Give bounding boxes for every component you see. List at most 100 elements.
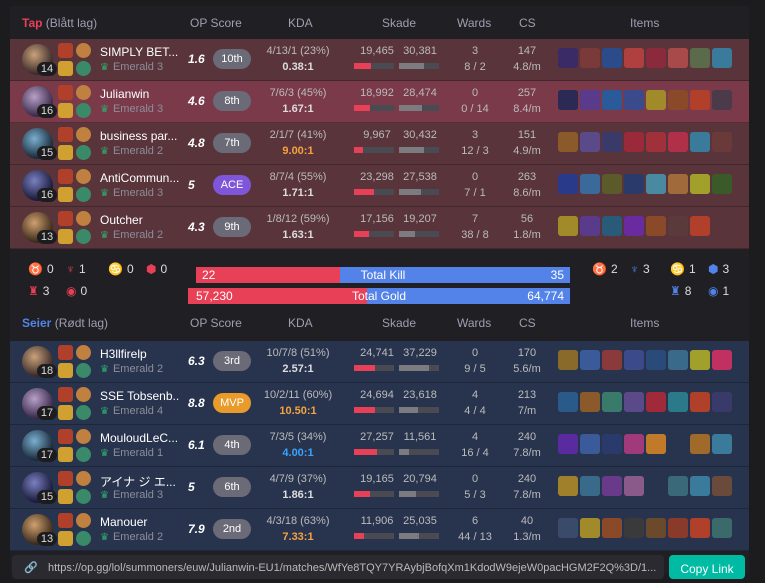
secondary-rune-icon[interactable] (76, 363, 91, 378)
item-slot-icon[interactable] (558, 392, 578, 412)
item-slot-icon[interactable] (712, 518, 732, 538)
keystone-rune-icon[interactable] (76, 211, 91, 226)
item-slot-icon[interactable] (668, 48, 688, 68)
summoner-spell-icon[interactable] (58, 513, 73, 528)
summoner-spell-icon[interactable] (58, 103, 73, 118)
item-slot-icon[interactable] (558, 174, 578, 194)
item-slot-icon[interactable] (646, 476, 666, 496)
summoner-spell-icon[interactable] (58, 405, 73, 420)
summoner-name[interactable]: SSE Tobsenb... (100, 389, 180, 403)
summoner-spell-icon[interactable] (58, 229, 73, 244)
item-slot-icon[interactable] (668, 518, 688, 538)
item-slot-icon[interactable] (712, 392, 732, 412)
player-row[interactable]: 16 AntiCommun... ♛ Emerald 3 5 ACE 8/7/4 … (10, 165, 749, 207)
item-slot-icon[interactable] (624, 132, 644, 152)
item-slot-icon[interactable] (712, 132, 732, 152)
item-slot-icon[interactable] (646, 174, 666, 194)
item-slot-icon[interactable] (580, 392, 600, 412)
item-slot-icon[interactable] (690, 518, 710, 538)
item-slot-icon[interactable] (712, 216, 732, 236)
item-slot-icon[interactable] (558, 434, 578, 454)
item-slot-icon[interactable] (712, 476, 732, 496)
summoner-spell-icon[interactable] (58, 429, 73, 444)
keystone-rune-icon[interactable] (76, 429, 91, 444)
player-row[interactable]: 14 SIMPLY BET... ♛ Emerald 3 1.6 10th 4/1… (10, 39, 749, 81)
item-slot-icon[interactable] (624, 434, 644, 454)
summoner-spell-icon[interactable] (58, 61, 73, 76)
item-slot-icon[interactable] (624, 392, 644, 412)
keystone-rune-icon[interactable] (76, 43, 91, 58)
secondary-rune-icon[interactable] (76, 531, 91, 546)
summoner-spell-icon[interactable] (58, 363, 73, 378)
item-slot-icon[interactable] (690, 90, 710, 110)
item-slot-icon[interactable] (558, 518, 578, 538)
summoner-name[interactable]: MouloudLeC... (100, 431, 180, 445)
summoner-spell-icon[interactable] (58, 169, 73, 184)
secondary-rune-icon[interactable] (76, 405, 91, 420)
item-slot-icon[interactable] (668, 434, 688, 454)
item-slot-icon[interactable] (602, 132, 622, 152)
item-slot-icon[interactable] (690, 216, 710, 236)
secondary-rune-icon[interactable] (76, 103, 91, 118)
summoner-spell-icon[interactable] (58, 471, 73, 486)
item-slot-icon[interactable] (668, 476, 688, 496)
keystone-rune-icon[interactable] (76, 345, 91, 360)
item-slot-icon[interactable] (624, 216, 644, 236)
keystone-rune-icon[interactable] (76, 513, 91, 528)
item-slot-icon[interactable] (624, 48, 644, 68)
summoner-spell-icon[interactable] (58, 187, 73, 202)
summoner-spell-icon[interactable] (58, 489, 73, 504)
item-slot-icon[interactable] (668, 216, 688, 236)
item-slot-icon[interactable] (602, 48, 622, 68)
item-slot-icon[interactable] (580, 518, 600, 538)
item-slot-icon[interactable] (580, 48, 600, 68)
item-slot-icon[interactable] (646, 90, 666, 110)
summoner-spell-icon[interactable] (58, 145, 73, 160)
item-slot-icon[interactable] (624, 518, 644, 538)
item-slot-icon[interactable] (602, 216, 622, 236)
secondary-rune-icon[interactable] (76, 61, 91, 76)
summoner-spell-icon[interactable] (58, 85, 73, 100)
item-slot-icon[interactable] (690, 476, 710, 496)
item-slot-icon[interactable] (712, 90, 732, 110)
item-slot-icon[interactable] (646, 518, 666, 538)
item-slot-icon[interactable] (580, 174, 600, 194)
item-slot-icon[interactable] (624, 174, 644, 194)
item-slot-icon[interactable] (646, 434, 666, 454)
item-slot-icon[interactable] (580, 90, 600, 110)
item-slot-icon[interactable] (602, 392, 622, 412)
item-slot-icon[interactable] (646, 48, 666, 68)
item-slot-icon[interactable] (558, 132, 578, 152)
item-slot-icon[interactable] (602, 90, 622, 110)
summoner-spell-icon[interactable] (58, 531, 73, 546)
keystone-rune-icon[interactable] (76, 85, 91, 100)
item-slot-icon[interactable] (624, 90, 644, 110)
player-row[interactable]: 13 Outcher ♛ Emerald 2 4.3 9th 1/8/12 (59… (10, 207, 749, 249)
summoner-name[interactable]: Manouer (100, 515, 180, 529)
item-slot-icon[interactable] (558, 90, 578, 110)
player-row[interactable]: 16 Julianwin ♛ Emerald 3 4.6 8th 7/6/3 (4… (10, 81, 749, 123)
secondary-rune-icon[interactable] (76, 187, 91, 202)
item-slot-icon[interactable] (712, 434, 732, 454)
item-slot-icon[interactable] (558, 216, 578, 236)
item-slot-icon[interactable] (668, 392, 688, 412)
item-slot-icon[interactable] (690, 132, 710, 152)
item-slot-icon[interactable] (558, 476, 578, 496)
item-slot-icon[interactable] (668, 90, 688, 110)
summoner-name[interactable]: business par... (100, 129, 180, 143)
item-slot-icon[interactable] (580, 476, 600, 496)
item-slot-icon[interactable] (690, 48, 710, 68)
item-slot-icon[interactable] (646, 216, 666, 236)
item-slot-icon[interactable] (690, 392, 710, 412)
item-slot-icon[interactable] (690, 350, 710, 370)
summoner-name[interactable]: Julianwin (100, 87, 180, 101)
item-slot-icon[interactable] (558, 350, 578, 370)
item-slot-icon[interactable] (580, 434, 600, 454)
secondary-rune-icon[interactable] (76, 489, 91, 504)
item-slot-icon[interactable] (602, 434, 622, 454)
secondary-rune-icon[interactable] (76, 447, 91, 462)
keystone-rune-icon[interactable] (76, 169, 91, 184)
item-slot-icon[interactable] (668, 132, 688, 152)
item-slot-icon[interactable] (690, 174, 710, 194)
item-slot-icon[interactable] (690, 434, 710, 454)
